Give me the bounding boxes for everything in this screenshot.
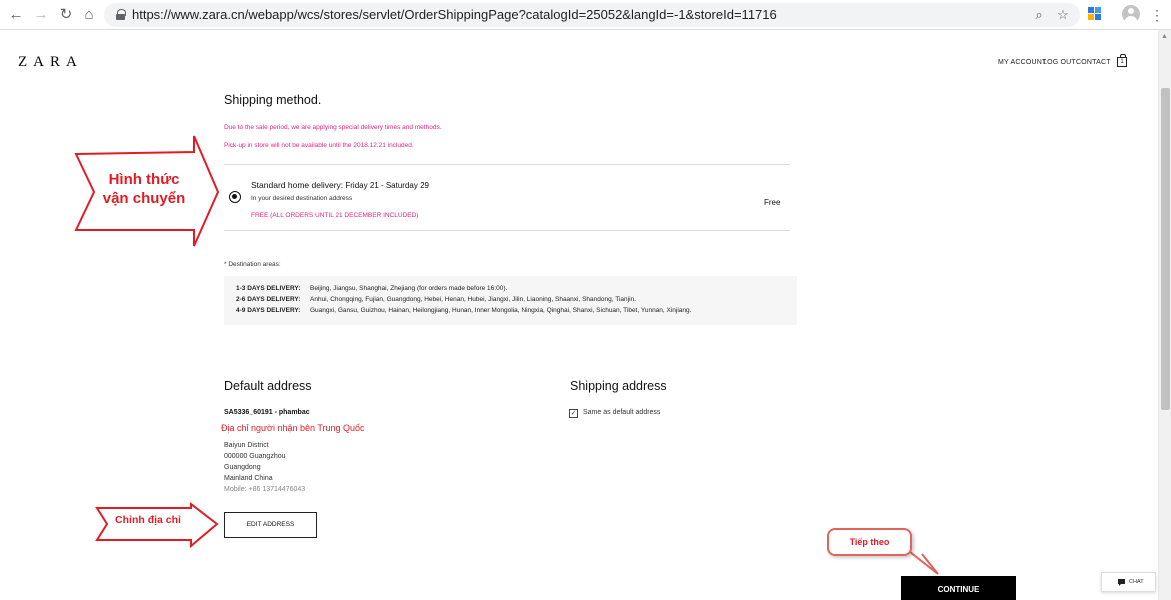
area-row-label: 4-9 DAYS DELIVERY: xyxy=(236,307,301,314)
edit-address-annotation: Chỉnh địa chỉ xyxy=(115,514,181,526)
delivery-option-heading[interactable]: Standard home delivery: Friday 21 - Satu… xyxy=(251,180,429,190)
area-row: 2-6 DAYS DELIVERY: Anhui, Chongqing, Fuji… xyxy=(236,296,636,303)
recipient-annotation: Địa chỉ người nhận bên Trung Quốc xyxy=(221,423,365,433)
scroll-up-icon[interactable]: ▲ xyxy=(1161,33,1168,40)
address-line: 000000 Guangzhou xyxy=(224,453,286,460)
bookmark-star-icon[interactable]: ☆ xyxy=(1054,6,1072,24)
shopping-bag-icon[interactable]: 1 xyxy=(1117,54,1127,67)
zara-logo[interactable]: ZARA xyxy=(18,54,83,71)
pickup-notice: Pick-up in store will not be available u… xyxy=(224,142,414,149)
reload-icon[interactable]: ↻ xyxy=(56,5,76,25)
extension-icon[interactable] xyxy=(1088,7,1102,21)
address-line: Guangdong xyxy=(224,464,261,471)
address-line: Baiyun District xyxy=(224,442,269,449)
destination-areas-label: * Destination areas: xyxy=(224,261,281,268)
forward-icon[interactable]: → xyxy=(31,5,51,25)
my-account-link[interactable]: MY ACCOUNT xyxy=(998,59,1047,66)
annotation-line: Hình thức xyxy=(108,171,180,188)
contact-link[interactable]: CONTACT xyxy=(1076,59,1111,66)
delivery-option-name: Standard home delivery: xyxy=(251,180,344,190)
area-row-label: 1-3 DAYS DELIVERY: xyxy=(236,285,301,292)
divider xyxy=(224,230,790,231)
next-callout-annotation: Tiếp theo xyxy=(827,528,912,556)
edit-address-button[interactable]: EDIT ADDRESS xyxy=(224,512,317,538)
shipping-method-annotation: Hình thức vận chuyển xyxy=(92,170,196,208)
chat-button[interactable]: CHAT xyxy=(1101,572,1156,592)
url-text[interactable]: https://www.zara.cn/webapp/wcs/stores/se… xyxy=(132,7,777,22)
lock-icon xyxy=(116,9,126,20)
divider xyxy=(224,164,790,165)
sale-notice: Due to the sale period, we are applying … xyxy=(224,124,442,131)
home-icon[interactable]: ⌂ xyxy=(79,5,99,25)
area-row-areas: Anhui, Chongqing, Fujian, Guangdong, Heb… xyxy=(310,296,636,303)
standard-delivery-radio[interactable] xyxy=(229,191,241,203)
address-name: SA5336_60191 - phambac xyxy=(224,409,310,416)
area-row-label: 2-6 DAYS DELIVERY: xyxy=(236,296,301,303)
back-icon[interactable]: ← xyxy=(6,5,26,25)
shipping-method-title: Shipping method. xyxy=(224,93,322,107)
same-as-default-checkbox[interactable]: ✓ xyxy=(569,409,578,418)
browser-toolbar: ← → ↻ ⌂ https://www.zara.cn/webapp/wcs/s… xyxy=(0,0,1171,30)
area-row: 4-9 DAYS DELIVERY: Guangxi, Gansu, Guizho… xyxy=(236,307,691,314)
continue-button[interactable]: CONTINUE xyxy=(901,576,1016,600)
page-scrollbar[interactable]: ▲ xyxy=(1158,30,1171,600)
chat-bubble-icon xyxy=(1118,579,1125,586)
shipping-address-title: Shipping address xyxy=(570,379,667,393)
delivery-option-dates: Friday 21 - Saturday 29 xyxy=(345,181,429,190)
area-row-areas: Beijing, Jiangsu, Shanghai, Zhejiang (fo… xyxy=(310,285,508,292)
same-as-default-label[interactable]: Same as default address xyxy=(583,409,660,416)
profile-avatar-icon[interactable] xyxy=(1122,5,1140,23)
log-out-link[interactable]: LOG OUT xyxy=(1043,59,1076,66)
chat-label: CHAT xyxy=(1129,579,1144,585)
area-row: 1-3 DAYS DELIVERY: Beijing, Jiangsu, Shan… xyxy=(236,285,507,292)
address-line: Mainland China xyxy=(224,475,273,482)
area-row-areas: Guangxi, Gansu, Guizhou, Hainan, Heilong… xyxy=(310,307,692,314)
delivery-option-promo: FREE (ALL ORDERS UNTIL 21 DECEMBER INCLU… xyxy=(251,212,419,219)
default-address-title: Default address xyxy=(224,379,312,393)
zoom-icon[interactable]: ⌕ xyxy=(1030,6,1048,24)
delivery-price: Free xyxy=(764,198,781,207)
address-bar[interactable]: https://www.zara.cn/webapp/wcs/stores/se… xyxy=(104,3,1080,27)
delivery-option-description: In your desired destination address xyxy=(251,195,353,202)
annotation-line: vận chuyển xyxy=(102,190,186,207)
browser-menu-icon[interactable]: ⋮ xyxy=(1150,5,1164,25)
destination-areas-box: 1-3 DAYS DELIVERY: Beijing, Jiangsu, Shan… xyxy=(224,276,797,325)
scrollbar-thumb[interactable] xyxy=(1161,88,1170,410)
address-mobile: Mobile: +86 13714476043 xyxy=(224,486,306,493)
